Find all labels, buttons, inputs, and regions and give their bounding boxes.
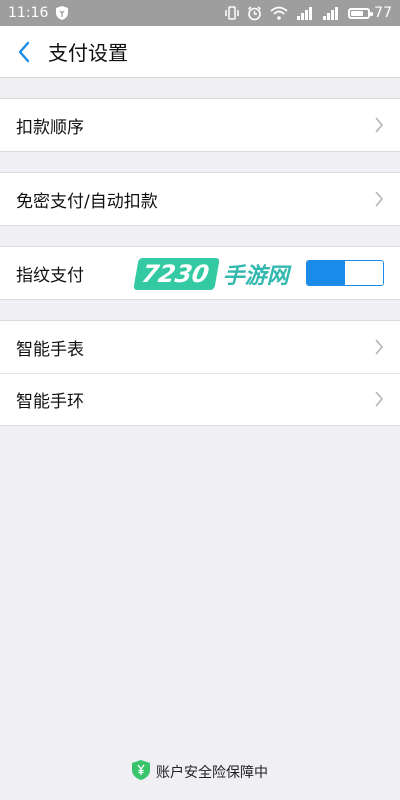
shield-yen-icon xyxy=(132,760,150,784)
fingerprint-toggle[interactable] xyxy=(306,260,384,286)
settings-group-password-free: 免密支付/自动扣款 xyxy=(0,172,400,226)
row-password-free-payment[interactable]: 免密支付/自动扣款 xyxy=(0,173,400,225)
back-button[interactable] xyxy=(0,26,48,78)
shield-notification-icon xyxy=(56,6,69,20)
signal-4g-icon xyxy=(296,6,314,20)
settings-group-fingerprint: 指纹支付 xyxy=(0,246,400,300)
signal-icon xyxy=(322,6,340,20)
toggle-on-track xyxy=(307,261,345,285)
chevron-right-icon xyxy=(374,190,384,208)
alarm-icon xyxy=(247,5,262,21)
navigation-bar: 支付设置 xyxy=(0,26,400,78)
status-bar: 11:16 77 xyxy=(0,0,400,26)
settings-group-wearables: 智能手表 智能手环 xyxy=(0,320,400,426)
battery-indicator: 77 xyxy=(348,5,392,21)
battery-percent: 77 xyxy=(374,5,392,21)
row-label: 扣款顺序 xyxy=(16,117,84,138)
footer-text: 账户安全险保障中 xyxy=(156,765,268,781)
status-time: 11:16 xyxy=(8,5,49,21)
battery-icon xyxy=(348,7,374,19)
chevron-right-icon xyxy=(374,116,384,134)
row-fingerprint-payment: 指纹支付 xyxy=(0,247,400,299)
page-title: 支付设置 xyxy=(48,41,128,65)
chevron-right-icon xyxy=(374,390,384,408)
vibrate-icon xyxy=(225,6,239,20)
security-footer: 账户安全险保障中 xyxy=(0,760,400,784)
row-label: 免密支付/自动扣款 xyxy=(16,191,158,212)
row-label: 指纹支付 xyxy=(16,265,84,286)
row-smart-band[interactable]: 智能手环 xyxy=(0,373,400,425)
chevron-left-icon xyxy=(18,41,30,62)
row-deduction-order[interactable]: 扣款顺序 xyxy=(0,99,400,151)
chevron-right-icon xyxy=(374,338,384,356)
row-label: 智能手环 xyxy=(16,391,84,412)
wifi-icon xyxy=(270,6,288,20)
row-smart-watch[interactable]: 智能手表 xyxy=(0,321,400,373)
row-label: 智能手表 xyxy=(16,339,84,360)
toggle-knob xyxy=(345,261,383,285)
settings-group-deduction-order: 扣款顺序 xyxy=(0,98,400,152)
